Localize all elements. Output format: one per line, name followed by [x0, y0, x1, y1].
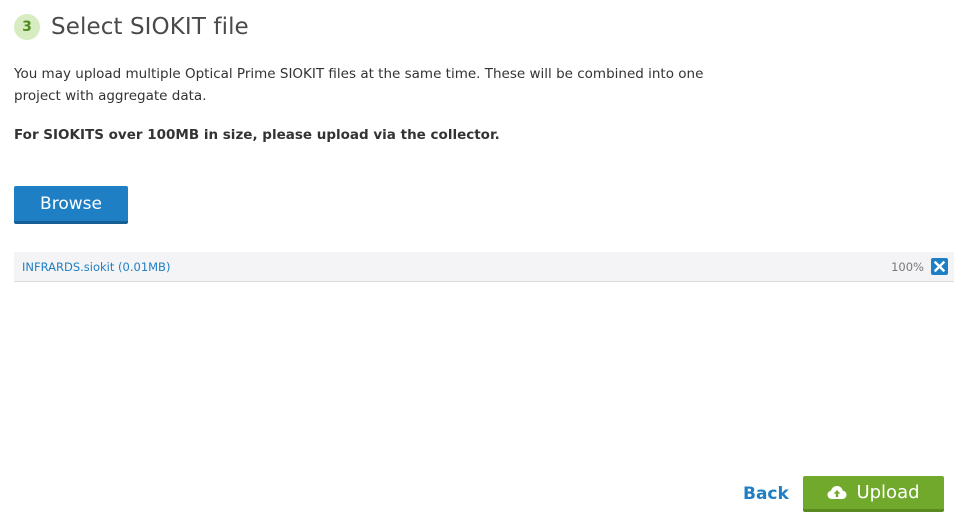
intro-text: You may upload multiple Optical Prime SI… [14, 66, 704, 104]
size-notice: For SIOKITS over 100MB in size, please u… [14, 127, 500, 143]
step-header: 3 Select SIOKIT file [14, 14, 249, 40]
upload-button[interactable]: Upload [803, 476, 944, 512]
back-button[interactable]: Back [743, 484, 789, 504]
file-name-link[interactable]: INFRARDS.siokit (0.01MB) [22, 260, 170, 274]
upload-step-page: 3 Select SIOKIT file You may upload mult… [0, 0, 966, 520]
file-list-item: INFRARDS.siokit (0.01MB) 100% [14, 252, 954, 282]
browse-button[interactable]: Browse [14, 186, 128, 224]
close-icon [934, 261, 945, 272]
cloud-upload-icon [827, 485, 847, 501]
upload-button-label: Upload [856, 482, 920, 503]
page-title: Select SIOKIT file [51, 14, 249, 40]
step-number-badge: 3 [14, 14, 40, 40]
remove-file-button[interactable] [931, 258, 948, 275]
file-progress-text: 100% [891, 260, 924, 274]
